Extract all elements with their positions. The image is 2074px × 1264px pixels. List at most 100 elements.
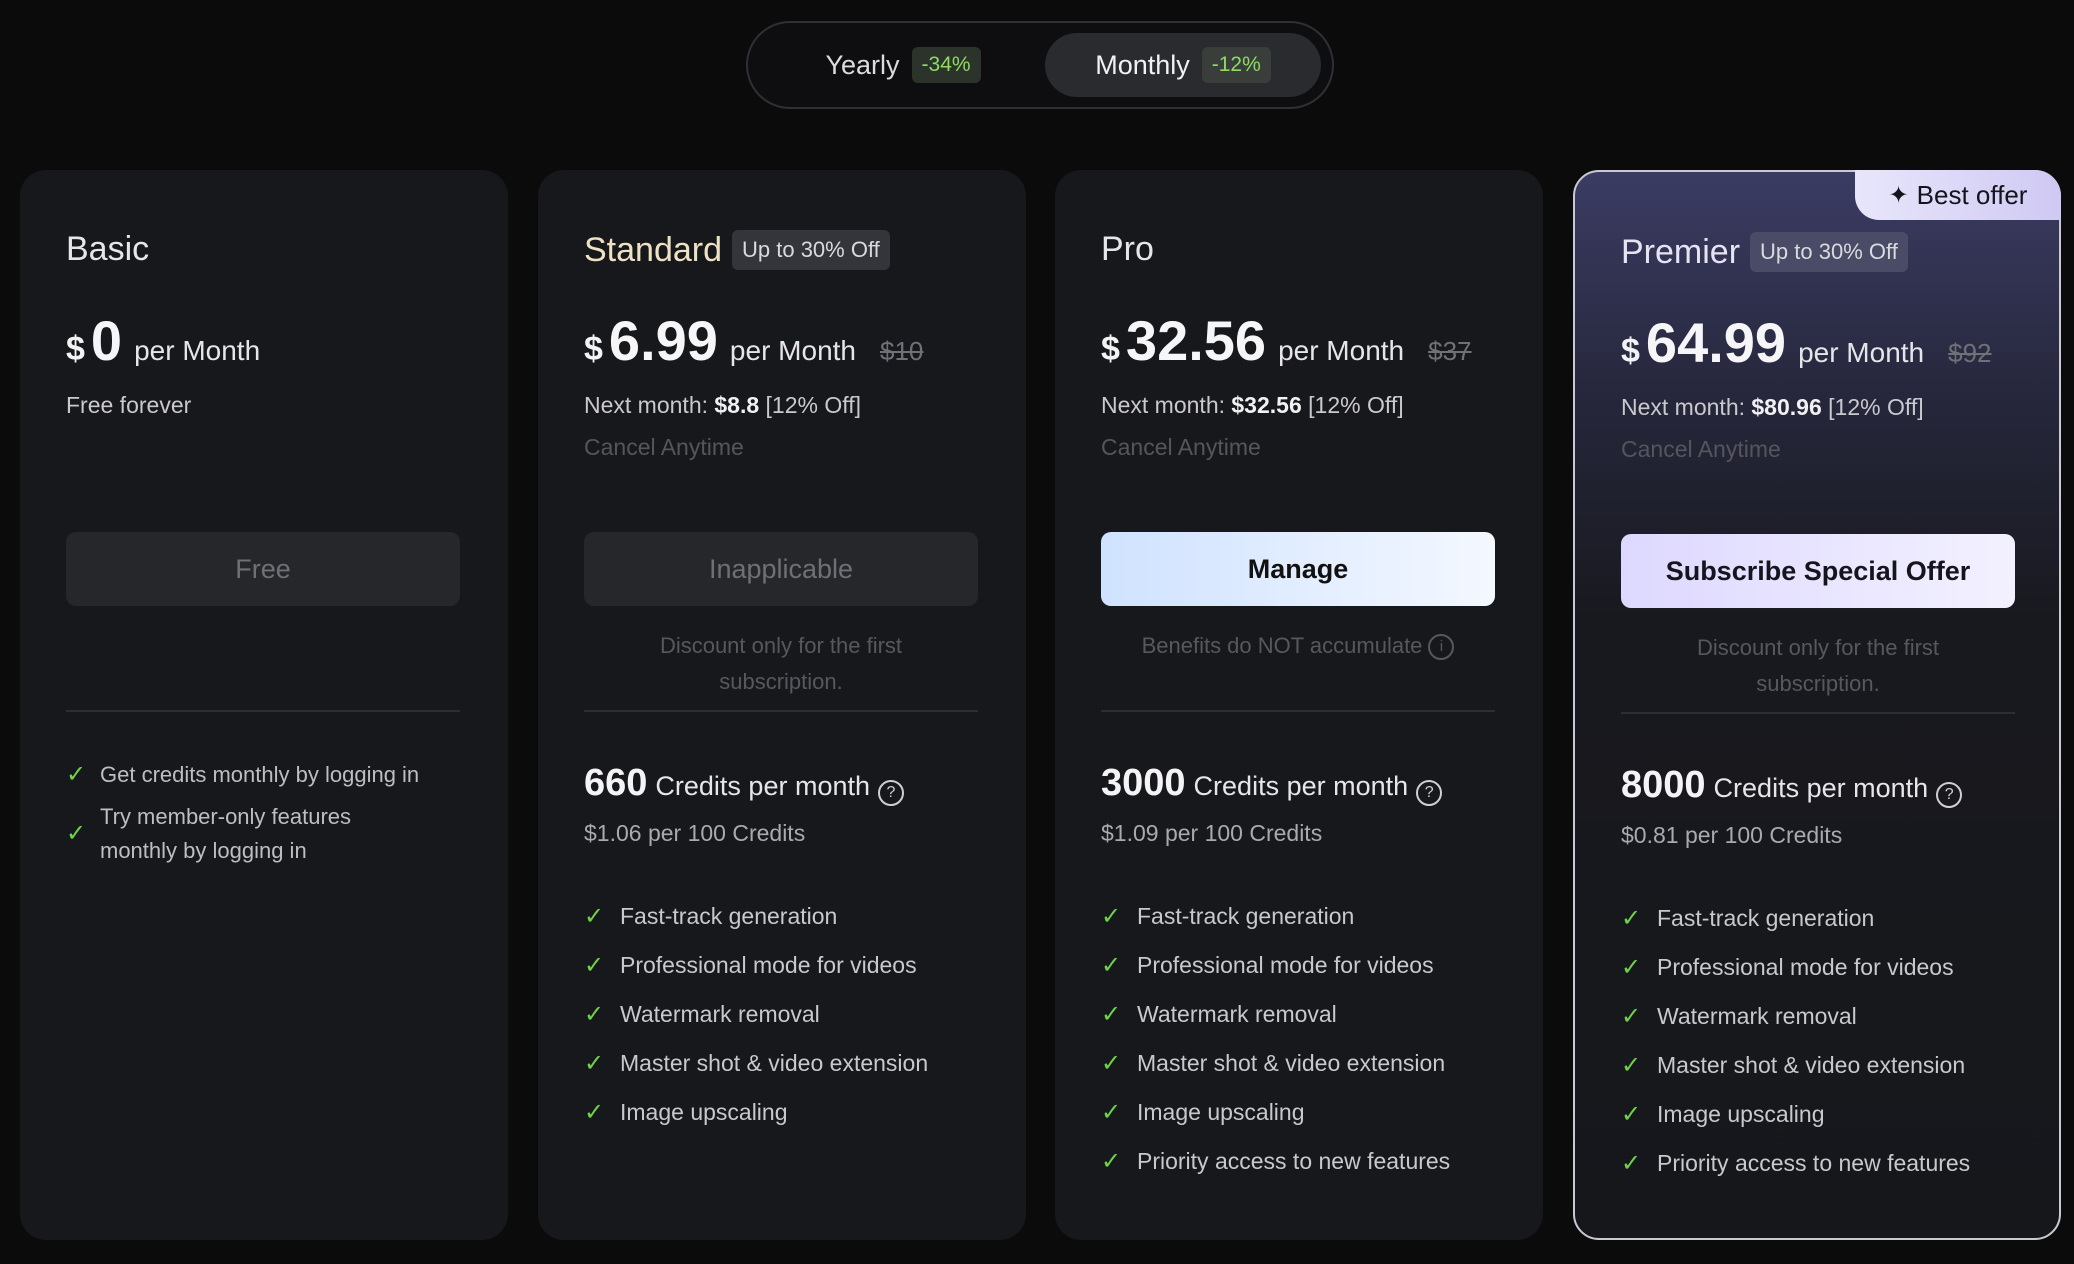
divider — [584, 710, 978, 712]
divider — [66, 710, 460, 712]
currency-symbol: $ — [1101, 330, 1120, 368]
price-amount: 64.99 — [1645, 311, 1787, 374]
price-period: per Month — [1278, 335, 1405, 366]
question-circle-icon[interactable]: ? — [1936, 782, 1963, 808]
free-button[interactable]: Free — [66, 532, 460, 606]
check-icon: ✓ — [1101, 952, 1122, 979]
feature-item: ✓ Fast-track generation — [1621, 905, 1875, 932]
next-month-price: Next month: $32.56 [12% Off] — [1101, 392, 1404, 418]
credits-amount: 660 — [584, 762, 648, 804]
price-amount: 32.56 — [1125, 309, 1267, 372]
price-period: per Month — [1798, 337, 1925, 368]
check-icon: ✓ — [1621, 954, 1642, 981]
price-amount: 6.99 — [608, 309, 718, 372]
feature-list: ✓ Get credits monthly by logging in ✓ Tr… — [66, 758, 419, 868]
divider — [1621, 712, 2015, 714]
credits-label: Credits per month — [1713, 773, 1929, 803]
check-icon: ✓ — [584, 1099, 605, 1126]
feature-item: ✓ Professional mode for videos — [1621, 954, 1954, 981]
check-icon: ✓ — [584, 1001, 605, 1028]
credits: 8000 Credits per month ? — [1621, 764, 1963, 808]
price: $ 64.99 per Month $92 — [1621, 310, 1992, 375]
price-per-credits: $1.09 per 100 Credits — [1101, 820, 1323, 846]
credits-amount: 3000 — [1101, 762, 1186, 804]
feature-list: ✓ Fast-track generation ✓ Professional mod… — [1101, 892, 1450, 1186]
feature-item: ✓ Priority access to new features — [1621, 1150, 1971, 1177]
question-circle-icon[interactable]: ? — [1416, 780, 1443, 806]
check-icon: ✓ — [1101, 1148, 1122, 1175]
next-month-price: Next month: $80.96 [12% Off] — [1621, 394, 1924, 420]
toggle-yearly[interactable]: Yearly -34% — [768, 33, 1038, 97]
feature-item: ✓ Master shot & video extension — [1101, 1050, 1446, 1077]
feature-item: ✓ Fast-track generation — [1101, 903, 1355, 930]
price: $ 32.56 per Month $37 — [1101, 308, 1472, 373]
question-circle-icon[interactable]: ? — [878, 780, 904, 806]
toggle-monthly[interactable]: Monthly -12% — [1045, 33, 1321, 97]
original-price: $37 — [1428, 336, 1472, 366]
plan-name: Basic — [66, 230, 150, 268]
original-price: $92 — [1948, 338, 1992, 368]
subscribe-special-offer-button[interactable]: Subscribe Special Offer — [1621, 534, 2015, 608]
feature-item: ✓ Priority access to new features — [1101, 1148, 1451, 1175]
info-circle-icon[interactable]: i — [1428, 634, 1455, 661]
credits-label: Credits per month — [655, 771, 870, 801]
feature-item: ✓ Watermark removal — [1101, 1001, 1337, 1028]
plan-card-basic: Basic $ 0 per Month Free forever Free ✓ … — [20, 170, 508, 1240]
check-icon: ✓ — [1101, 1050, 1122, 1077]
plan-card-premier: ✦ Best offer Premier Up to 30% Off $ 64.… — [1573, 170, 2061, 1240]
cancel-anytime-text: Cancel Anytime — [584, 434, 744, 460]
plan-name: Standard — [584, 230, 722, 269]
feature-item: ✓ Image upscaling — [584, 1099, 788, 1126]
billing-period-toggle: Yearly -34% Monthly -12% — [746, 21, 1334, 109]
check-icon: ✓ — [1621, 1003, 1642, 1030]
plan-card-standard: Standard Up to 30% Off $ 6.99 per Month … — [538, 170, 1026, 1240]
manage-button[interactable]: Manage — [1101, 532, 1495, 606]
feature-item: ✓ Master shot & video extension — [584, 1050, 929, 1077]
inapplicable-button[interactable]: Inapplicable — [584, 532, 978, 606]
feature-item: ✓ Image upscaling — [1101, 1099, 1305, 1126]
divider — [1101, 710, 1495, 712]
currency-symbol: $ — [66, 330, 85, 368]
credits-amount: 8000 — [1621, 764, 1706, 806]
price: $ 0 per Month — [66, 308, 260, 373]
check-icon: ✓ — [1621, 1101, 1642, 1128]
feature-item: ✓ Try member-only features monthly by lo… — [66, 804, 352, 863]
feature-item: ✓ Master shot & video extension — [1621, 1052, 1966, 1079]
monthly-discount-badge: -12% — [1201, 47, 1271, 83]
cancel-anytime-text: Cancel Anytime — [1621, 436, 1781, 462]
check-icon: ✓ — [66, 820, 87, 847]
price-amount: 0 — [90, 309, 123, 372]
price-period: per Month — [134, 335, 261, 366]
feature-item: ✓ Watermark removal — [1621, 1003, 1857, 1030]
discount-note: Discount only for the first subscription… — [659, 633, 903, 694]
discount-badge: Up to 30% Off — [1750, 232, 1908, 272]
credits: 660 Credits per month ? — [584, 762, 904, 806]
check-icon: ✓ — [584, 903, 605, 930]
check-icon: ✓ — [66, 761, 87, 788]
feature-item: ✓ Professional mode for videos — [1101, 952, 1434, 979]
check-icon: ✓ — [584, 952, 605, 979]
plan-name: Pro — [1101, 230, 1154, 268]
price-period: per Month — [729, 335, 856, 366]
plan-card-pro: Pro $ 32.56 per Month $37 Next month: $3… — [1055, 170, 1543, 1240]
currency-symbol: $ — [584, 330, 603, 368]
credits: 3000 Credits per month ? — [1101, 762, 1443, 806]
feature-item: ✓ Watermark removal — [584, 1001, 820, 1028]
feature-list: ✓ Fast-track generation ✓ Professional mod… — [584, 892, 928, 1137]
credits-label: Credits per month — [1193, 771, 1409, 801]
price: $ 6.99 per Month $10 — [584, 308, 923, 373]
check-icon: ✓ — [1101, 1001, 1122, 1028]
feature-list: ✓ Fast-track generation ✓ Professional mod… — [1621, 894, 1970, 1188]
free-forever-text: Free forever — [66, 392, 192, 418]
check-icon: ✓ — [584, 1050, 605, 1077]
feature-item: ✓ Get credits monthly by logging in — [66, 758, 419, 792]
toggle-yearly-label: Yearly — [825, 49, 900, 80]
price-per-credits: $1.06 per 100 Credits — [584, 820, 806, 846]
cancel-anytime-text: Cancel Anytime — [1101, 434, 1261, 460]
check-icon: ✓ — [1101, 903, 1122, 930]
plan-name: Premier — [1621, 232, 1741, 271]
check-icon: ✓ — [1101, 1099, 1122, 1126]
price-per-credits: $0.81 per 100 Credits — [1621, 822, 1843, 848]
check-icon: ✓ — [1621, 1052, 1642, 1079]
next-month-price: Next month: $8.8 [12% Off] — [584, 392, 862, 418]
